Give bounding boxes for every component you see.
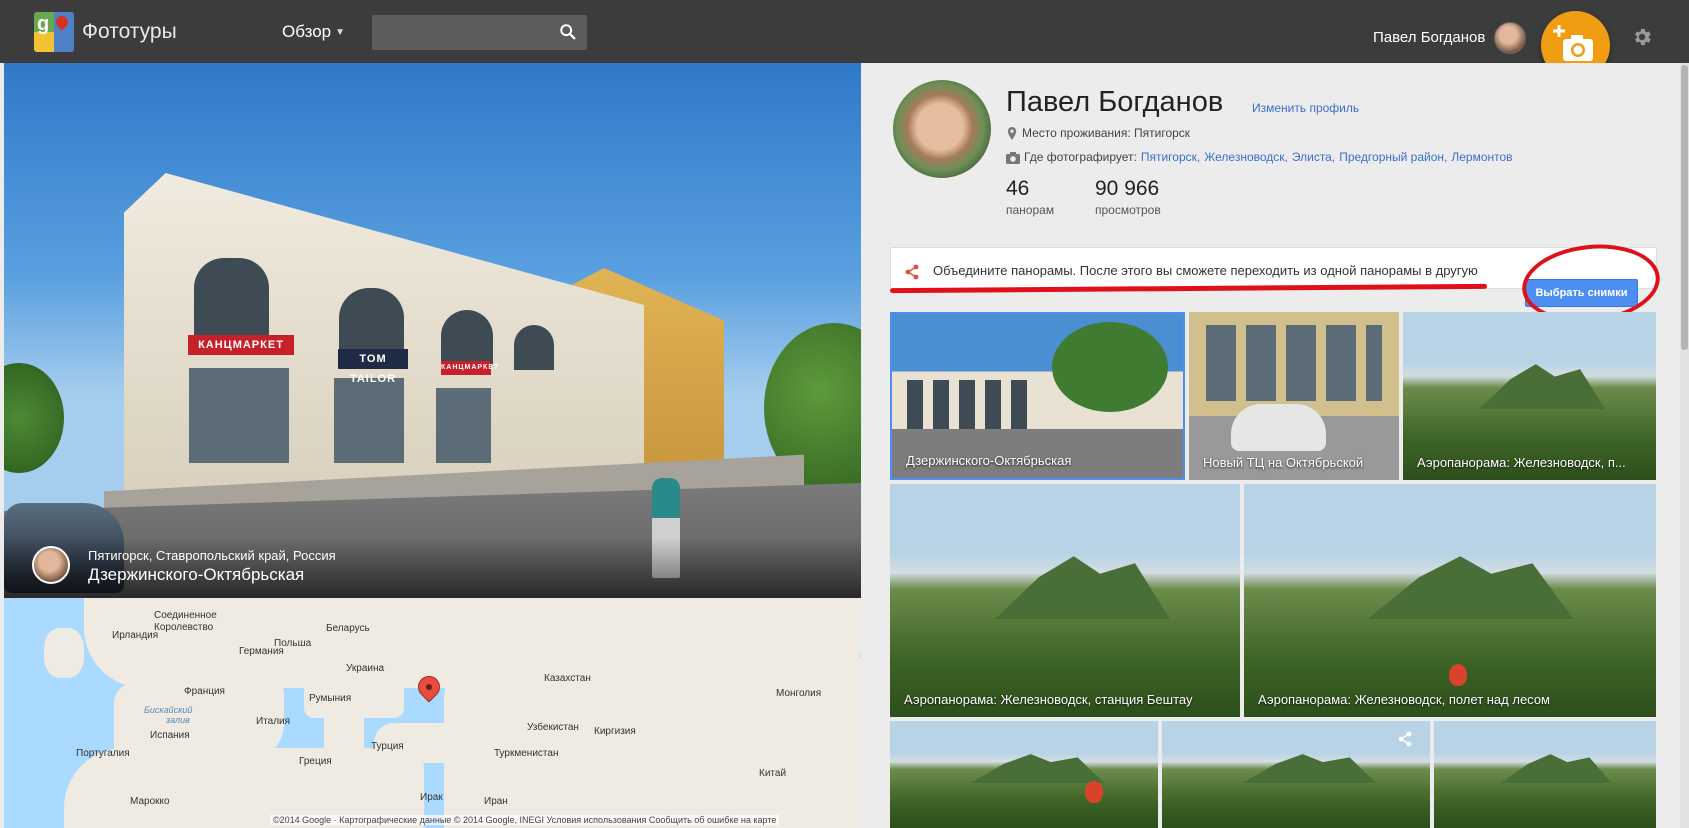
edit-profile-link[interactable]: Изменить профиль bbox=[1252, 101, 1359, 115]
panorama-author-avatar[interactable] bbox=[32, 546, 70, 584]
balloon bbox=[1085, 781, 1103, 803]
residence-info: Место проживания: Пятигорск bbox=[1006, 126, 1191, 141]
avatar[interactable] bbox=[1494, 22, 1526, 54]
search-box[interactable] bbox=[372, 15, 587, 50]
map[interactable]: Соединенное Королевство Ирландия Германи… bbox=[4, 598, 861, 828]
panorama-location: Пятигорск, Ставропольский край, Россия bbox=[88, 548, 336, 563]
scrollbar-thumb[interactable] bbox=[1681, 65, 1688, 350]
map-label: Испания bbox=[150, 730, 190, 741]
thumbnail[interactable]: Аэропанорама: Железноводск, полет над ле… bbox=[1244, 484, 1656, 717]
map-label: Италия bbox=[256, 716, 291, 727]
share-icon bbox=[1398, 731, 1412, 747]
map-label: Ирак bbox=[420, 792, 443, 803]
thumbnail[interactable]: Аэропанорама: Железноводск, п... bbox=[1403, 312, 1656, 480]
google-maps-logo-icon[interactable]: g bbox=[34, 12, 74, 52]
map-label: Марокко bbox=[130, 796, 170, 807]
residence-text: Место проживания: Пятигорск bbox=[1022, 126, 1191, 140]
place-link[interactable]: Предгорный район, bbox=[1339, 150, 1447, 164]
map-label: Монголия bbox=[776, 688, 822, 699]
share-icon bbox=[905, 264, 919, 280]
map-sea-label: залив bbox=[166, 715, 190, 725]
photographs-label: Где фотографирует: bbox=[1024, 150, 1137, 164]
top-bar: g Фототуры Обзор ▼ Павел Богданов bbox=[0, 0, 1689, 80]
photographs-info: Где фотографирует: Пятигорск, Железноводск… bbox=[1006, 150, 1513, 164]
profile-name: Павел Богданов bbox=[1006, 86, 1224, 118]
map-label: Узбекистан bbox=[527, 722, 579, 733]
map-label: Туркменистан bbox=[494, 748, 559, 759]
user-name[interactable]: Павел Богданов bbox=[1373, 29, 1485, 46]
map-sea-label: Бискайский bbox=[144, 705, 193, 715]
map-label: Казахстан bbox=[544, 673, 591, 684]
place-link[interactable]: Элиста, bbox=[1292, 150, 1335, 164]
banner-text: Объедините панорамы. После этого вы смож… bbox=[933, 263, 1478, 278]
views-label: просмотров bbox=[1095, 203, 1161, 217]
map-label: Королевство bbox=[154, 622, 214, 633]
map-label: Украина bbox=[346, 663, 385, 674]
thumbnail[interactable]: Дзержинского-Октябрьская bbox=[890, 312, 1185, 480]
camera-icon bbox=[1006, 151, 1020, 164]
map-attribution: ©2014 Google · Картографические данные ©… bbox=[270, 815, 780, 825]
map-label: Франция bbox=[184, 686, 225, 697]
map-label: Соединенное bbox=[154, 610, 217, 621]
search-icon[interactable] bbox=[559, 23, 577, 41]
gear-icon[interactable] bbox=[1631, 26, 1653, 48]
store-sign: КАНЦМАРКЕТ bbox=[188, 335, 294, 355]
thumbnail[interactable] bbox=[890, 721, 1158, 828]
place-link[interactable]: Лермонтов bbox=[1451, 150, 1512, 164]
thumbnail-label: Аэропанорама: Железноводск, станция Бешт… bbox=[904, 692, 1193, 707]
place-link[interactable]: Пятигорск, bbox=[1141, 150, 1200, 164]
map-label: Беларусь bbox=[326, 623, 370, 634]
map-label: Португалия bbox=[76, 748, 130, 759]
map-label: Ирландия bbox=[112, 630, 159, 641]
map-label: Китай bbox=[759, 768, 787, 779]
thumbnail-label: Аэропанорама: Железноводск, п... bbox=[1417, 455, 1626, 470]
store-sign: КАНЦМАРКЕТ bbox=[441, 361, 498, 375]
browse-menu-button[interactable]: Обзор ▼ bbox=[282, 22, 345, 42]
panoramas-label: панорам bbox=[1006, 203, 1055, 217]
app-title[interactable]: Фототуры bbox=[82, 20, 177, 44]
panoramas-count: 46 bbox=[1006, 177, 1030, 200]
location-pin-icon bbox=[1007, 127, 1017, 141]
thumbnail-label: Аэропанорама: Железноводск, полет над ле… bbox=[1258, 692, 1550, 707]
panorama-title[interactable]: Дзержинского-Октябрьская bbox=[88, 565, 304, 585]
map-label: Румыния bbox=[309, 693, 352, 704]
map-label: Турция bbox=[371, 741, 404, 752]
thumbnail-label: Дзержинского-Октябрьская bbox=[906, 453, 1072, 468]
place-link[interactable]: Железноводск, bbox=[1204, 150, 1288, 164]
scrollbar[interactable] bbox=[1680, 63, 1689, 828]
views-count: 90 966 bbox=[1095, 177, 1160, 200]
store-sign: TOM TAILOR bbox=[338, 349, 408, 385]
search-input[interactable] bbox=[372, 15, 552, 50]
thumbnail[interactable] bbox=[1434, 721, 1656, 828]
browse-label: Обзор bbox=[282, 22, 332, 41]
thumbnail[interactable] bbox=[1162, 721, 1430, 828]
map-label: Киргизия bbox=[594, 726, 636, 737]
map-label: Польша bbox=[274, 638, 312, 649]
thumbnail-label: Новый ТЦ на Октябрьской bbox=[1203, 455, 1364, 470]
panorama-viewer[interactable]: КАНЦМАРКЕТ TOM TAILOR КАНЦМАРКЕТ bbox=[4, 63, 861, 598]
thumbnail[interactable]: Аэропанорама: Железноводск, станция Бешт… bbox=[890, 484, 1240, 717]
map-label: Иран bbox=[484, 796, 508, 807]
balloon bbox=[1449, 664, 1467, 686]
map-label: Греция bbox=[299, 756, 332, 767]
profile-avatar[interactable] bbox=[893, 80, 991, 178]
thumbnail[interactable]: Новый ТЦ на Октябрьской bbox=[1189, 312, 1399, 480]
chevron-down-icon: ▼ bbox=[335, 27, 346, 39]
